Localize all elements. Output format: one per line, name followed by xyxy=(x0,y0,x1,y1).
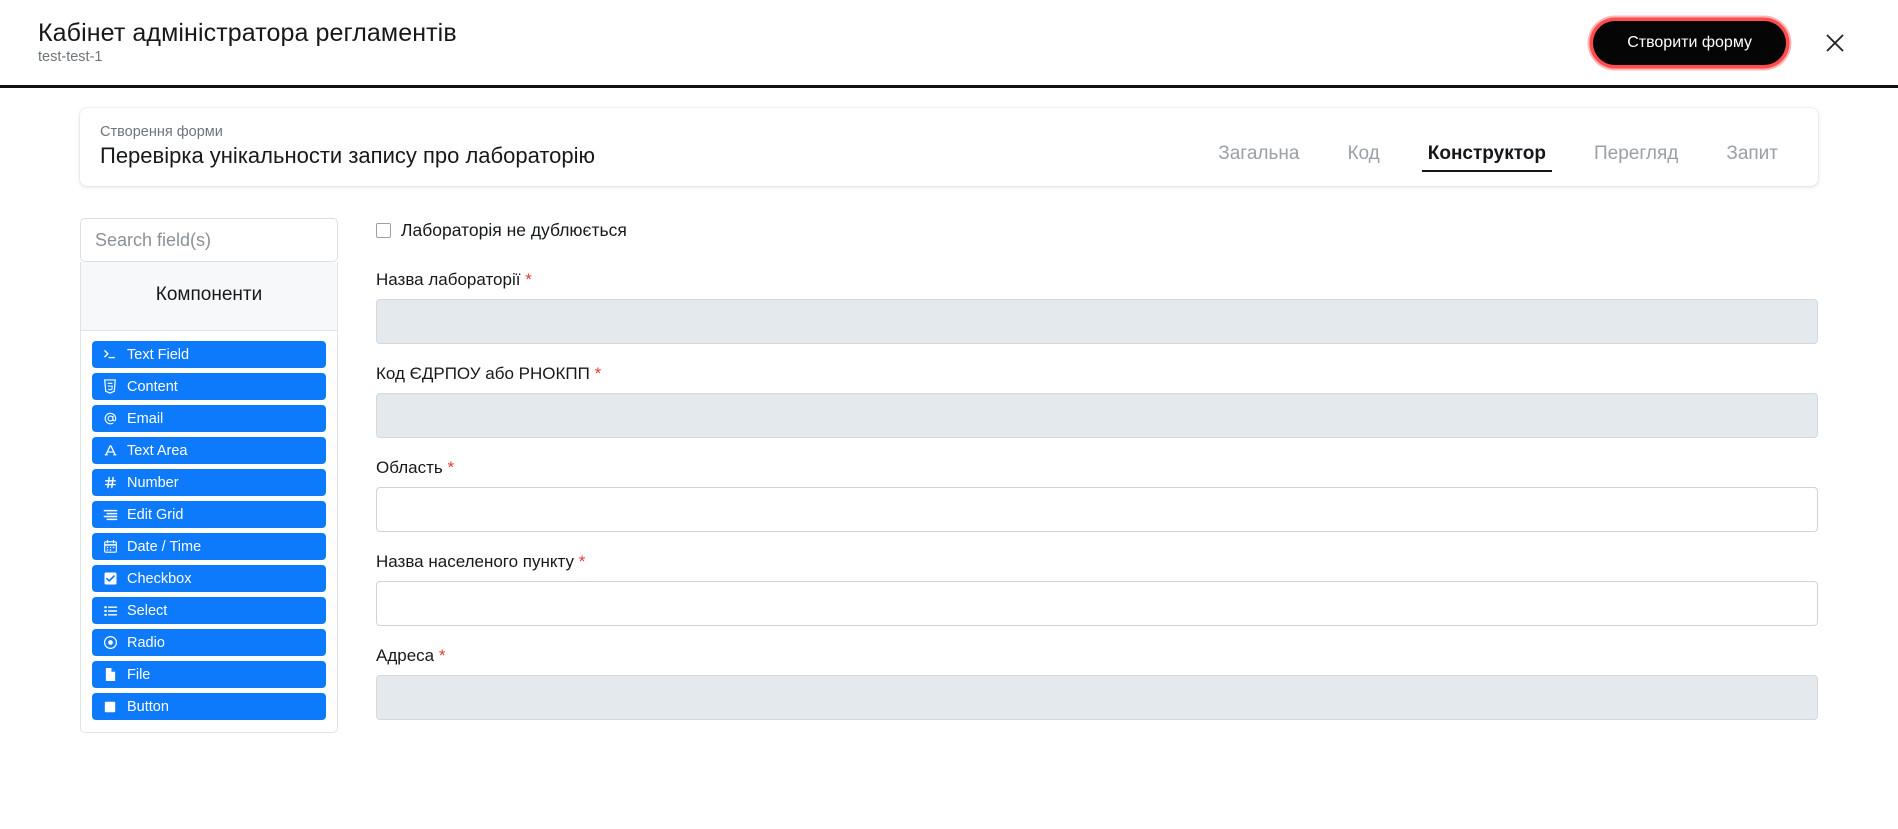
component-label: Number xyxy=(127,474,179,491)
field-group-settlement: Назва населеного пункту * xyxy=(376,552,1818,626)
component-label: Text Area xyxy=(127,442,188,459)
page-body: Створення форми Перевірка унікальности з… xyxy=(0,88,1898,829)
component-text-field[interactable]: Text Field xyxy=(92,341,326,368)
checkbox-icon xyxy=(102,571,118,587)
page-subtitle: test-test-1 xyxy=(38,49,103,66)
component-label: Text Field xyxy=(127,346,190,363)
field-label-text: Назва населеного пункту xyxy=(376,552,575,571)
component-label: Checkbox xyxy=(127,570,192,587)
field-label: Назва лабораторії * xyxy=(376,270,1818,290)
lab-name-input[interactable] xyxy=(376,299,1818,344)
create-form-button[interactable]: Створити форму xyxy=(1593,20,1786,65)
field-group-oblast: Область * xyxy=(376,458,1818,532)
component-text-area[interactable]: Text Area xyxy=(92,437,326,464)
component-label: Radio xyxy=(127,634,165,651)
field-group-lab-name: Назва лабораторії * xyxy=(376,270,1818,344)
close-icon xyxy=(1824,32,1846,54)
header-actions: Створити форму xyxy=(1593,20,1854,65)
field-group-edrpou: Код ЄДРПОУ або РНОКПП * xyxy=(376,364,1818,438)
tab-kod[interactable]: Код xyxy=(1341,142,1385,172)
component-label: Content xyxy=(127,378,178,395)
address-input[interactable] xyxy=(376,675,1818,720)
required-marker: * xyxy=(438,646,446,665)
field-label: Адреса * xyxy=(376,646,1818,666)
html5-icon xyxy=(102,379,118,395)
square-icon xyxy=(102,699,118,715)
letter-a-icon xyxy=(102,443,118,459)
form-tabs: Загальна Код Конструктор Перегляд Запит xyxy=(1212,108,1784,186)
search-input[interactable] xyxy=(80,218,338,262)
header-title-block: Кабінет адміністратора регламентів test-… xyxy=(38,19,457,66)
component-label: Select xyxy=(127,602,168,619)
component-email[interactable]: Email xyxy=(92,405,326,432)
component-button[interactable]: Button xyxy=(92,693,326,720)
component-date-time[interactable]: Date / Time xyxy=(92,533,326,560)
file-icon xyxy=(102,667,118,683)
app-header: Кабінет адміністратора регламентів test-… xyxy=(0,0,1898,88)
form-header-card: Створення форми Перевірка унікальности з… xyxy=(80,108,1818,186)
radio-icon xyxy=(102,635,118,651)
components-panel: Компоненти Text Field Content Email Text… xyxy=(80,262,338,733)
terminal-icon xyxy=(102,347,118,363)
component-radio[interactable]: Radio xyxy=(92,629,326,656)
form-kicker: Створення форми xyxy=(100,124,223,141)
close-button[interactable] xyxy=(1816,24,1854,62)
component-label: Email xyxy=(127,410,164,427)
at-icon xyxy=(102,411,118,427)
field-label-text: Код ЄДРПОУ або РНОКПП xyxy=(376,364,590,383)
list-icon xyxy=(102,603,118,619)
form-identity: Створення форми Перевірка унікальности з… xyxy=(100,124,595,169)
components-sidebar: Компоненти Text Field Content xyxy=(80,218,338,733)
component-content[interactable]: Content xyxy=(92,373,326,400)
builder-layout: Компоненти Text Field Content xyxy=(80,218,1818,740)
component-number[interactable]: Number xyxy=(92,469,326,496)
tab-zapyt[interactable]: Запит xyxy=(1720,142,1784,172)
components-list: Text Field Content Email Text Area Numbe… xyxy=(81,331,337,732)
tab-konstruktor[interactable]: Конструктор xyxy=(1421,142,1552,172)
required-marker: * xyxy=(594,364,602,383)
tab-zagalna[interactable]: Загальна xyxy=(1212,142,1305,172)
grid-lines-icon xyxy=(102,507,118,523)
tab-pereglyad[interactable]: Перегляд xyxy=(1588,142,1684,172)
component-file[interactable]: File xyxy=(92,661,326,688)
component-label: Date / Time xyxy=(127,538,202,555)
form-checkbox-row: Лабораторія не дублюється xyxy=(376,220,1818,241)
page-title: Кабінет адміністратора регламентів xyxy=(38,19,457,48)
hash-icon xyxy=(102,475,118,491)
lab-not-duplicated-label: Лабораторія не дублюється xyxy=(401,220,627,240)
form-name: Перевірка унікальности запису про лабора… xyxy=(100,143,596,169)
calendar-icon xyxy=(102,539,118,555)
field-label-text: Назва лабораторії xyxy=(376,270,521,289)
settlement-input[interactable] xyxy=(376,581,1818,626)
oblast-input[interactable] xyxy=(376,487,1818,532)
field-label-text: Область xyxy=(376,458,443,477)
field-label-text: Адреса xyxy=(376,646,435,665)
field-label: Назва населеного пункту * xyxy=(376,552,1818,572)
component-edit-grid[interactable]: Edit Grid xyxy=(92,501,326,528)
required-marker: * xyxy=(447,458,455,477)
components-panel-title: Компоненти xyxy=(81,262,337,331)
component-checkbox[interactable]: Checkbox xyxy=(92,565,326,592)
required-marker: * xyxy=(578,552,586,571)
lab-not-duplicated-checkbox[interactable] xyxy=(376,223,391,238)
component-select[interactable]: Select xyxy=(92,597,326,624)
component-label: File xyxy=(127,666,151,683)
edrpou-input[interactable] xyxy=(376,393,1818,438)
field-label: Код ЄДРПОУ або РНОКПП * xyxy=(376,364,1818,384)
required-marker: * xyxy=(525,270,532,289)
form-preview-area: Лабораторія не дублюється Назва лаборато… xyxy=(376,218,1818,740)
component-label: Edit Grid xyxy=(127,506,184,523)
component-label: Button xyxy=(127,698,169,715)
field-label: Область * xyxy=(376,458,1818,478)
field-group-address: Адреса * xyxy=(376,646,1818,720)
